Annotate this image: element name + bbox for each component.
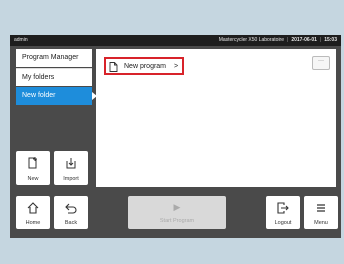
status-date: 2017-06-01 [291, 37, 317, 43]
sidebar-item-new-folder[interactable]: New folder [16, 87, 97, 105]
import-icon [54, 156, 88, 169]
import-button-label: Import [63, 176, 79, 182]
play-icon: ▶ [173, 202, 181, 212]
program-name: New program [124, 63, 167, 70]
back-button-label: Back [64, 220, 78, 226]
status-bar: admin Mastercycler X50 Laboratoire | 2017-… [10, 35, 341, 46]
user-name: admin [14, 37, 28, 43]
more-options-button[interactable]: ··· [312, 56, 330, 70]
home-icon [16, 201, 50, 214]
new-button-label: New [27, 176, 39, 182]
new-document-icon [16, 156, 50, 169]
hamburger-menu-icon [304, 201, 338, 213]
sidebar-item-label: New folder [22, 92, 56, 99]
program-list-panel: New program > ··· [96, 49, 336, 187]
start-program-button[interactable]: ▶ Start Program [128, 196, 226, 229]
status-info: Mastercycler X50 Laboratoire | 2017-06-01 |… [218, 37, 337, 43]
new-button[interactable]: New [16, 151, 50, 185]
chevron-right-icon: > [174, 63, 179, 70]
program-item-new-program[interactable]: New program > [104, 57, 184, 75]
start-program-label: Start Program [159, 218, 195, 224]
back-button[interactable]: Back [54, 196, 88, 229]
home-button-label: Home [25, 220, 41, 226]
logout-button[interactable]: Logout [266, 196, 300, 229]
logout-button-label: Logout [274, 220, 292, 226]
menu-button[interactable]: Menu [304, 196, 338, 229]
home-button[interactable]: Home [16, 196, 50, 229]
sidebar-item-my-folders[interactable]: My folders [16, 68, 92, 86]
status-time: 15:03 [324, 37, 337, 43]
back-arrow-icon [54, 201, 88, 214]
instrument-screen: admin Mastercycler X50 Laboratoire | 2017-… [10, 35, 341, 238]
import-button[interactable]: Import [54, 151, 88, 185]
menu-button-label: Menu [314, 220, 328, 226]
logout-icon [266, 201, 300, 214]
document-icon [109, 62, 118, 74]
sidebar-item-program-manager[interactable]: Program Manager [16, 49, 92, 67]
device-name: Mastercycler X50 Laboratoire [218, 37, 284, 43]
